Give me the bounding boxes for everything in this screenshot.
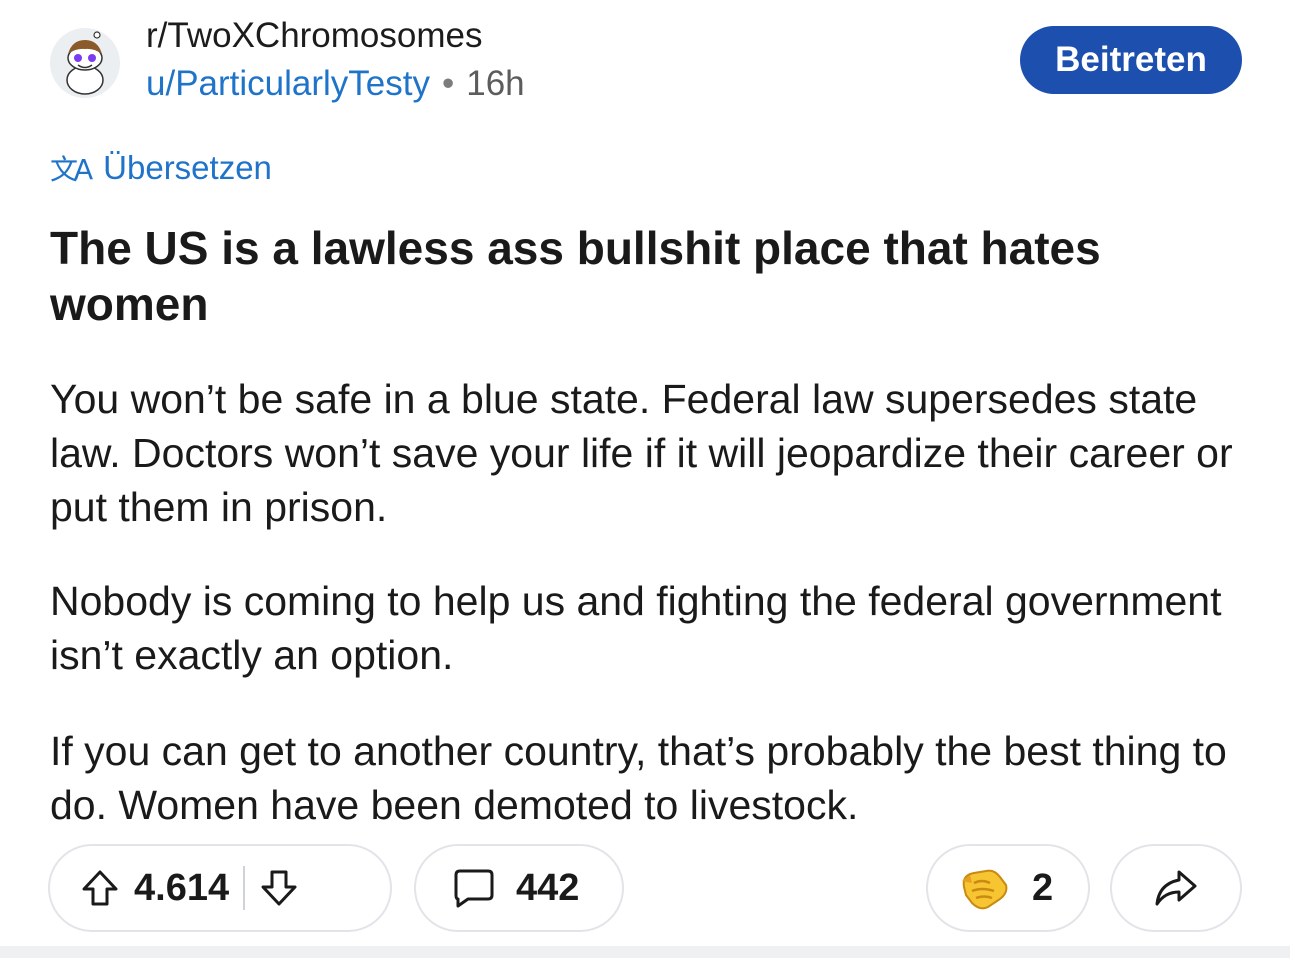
post-paragraph: You won’t be safe in a blue state. Feder… xyxy=(50,376,1233,530)
subreddit-avatar-icon[interactable] xyxy=(50,28,120,98)
share-button[interactable] xyxy=(1110,844,1242,932)
translate-icon: 文A xyxy=(50,153,93,186)
comments-button[interactable]: 442 xyxy=(414,844,624,932)
share-arrow-icon xyxy=(1153,868,1199,908)
award-button[interactable]: 2 xyxy=(926,844,1090,932)
post-paragraph: If you can get to another country, that’… xyxy=(50,728,1227,828)
comment-count: 442 xyxy=(516,866,580,909)
author-username[interactable]: u/ParticularlyTesty xyxy=(146,64,430,103)
vote-bar: 4.614 xyxy=(48,844,392,932)
comment-bubble-icon xyxy=(452,867,496,909)
vote-divider xyxy=(243,866,246,910)
downvote-arrow-icon[interactable] xyxy=(259,868,299,908)
vote-score: 4.614 xyxy=(134,866,230,909)
translate-label: Übersetzen xyxy=(103,149,272,186)
meta-separator: • xyxy=(441,64,455,103)
post-title[interactable]: The US is a lawless ass bullshit place t… xyxy=(50,220,1150,332)
post-paragraph: Nobody is coming to help us and fighting… xyxy=(50,578,1222,678)
post-time: 16h xyxy=(466,64,525,103)
join-button[interactable]: Beitreten xyxy=(1020,26,1242,94)
post-header: r/TwoXChromosomes u/ParticularlyTesty • 16… xyxy=(0,0,1290,120)
bottom-divider xyxy=(0,946,1290,958)
handshake-award-icon xyxy=(958,865,1010,911)
post-meta: u/ParticularlyTesty • 16h xyxy=(146,64,525,104)
upvote-arrow-icon[interactable] xyxy=(80,868,120,908)
award-count: 2 xyxy=(1032,866,1054,909)
subreddit-name[interactable]: r/TwoXChromosomes xyxy=(146,16,482,56)
translate-button[interactable]: 文A Übersetzen xyxy=(50,146,272,190)
